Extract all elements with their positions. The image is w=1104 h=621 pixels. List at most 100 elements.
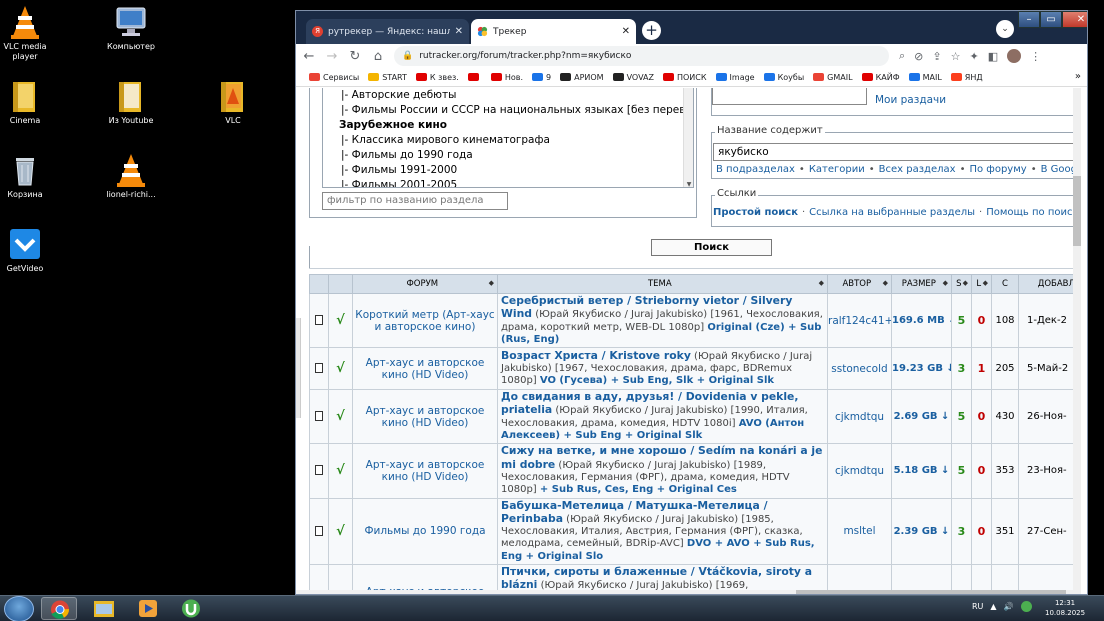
share-icon[interactable]: ⇪ bbox=[932, 50, 941, 63]
bookmark-3[interactable] bbox=[467, 73, 482, 81]
col-seeds-header[interactable]: S ◆ bbox=[951, 274, 972, 294]
taskbar-explorer[interactable] bbox=[86, 597, 122, 620]
eye-off-icon[interactable]: ⊘ bbox=[914, 50, 923, 63]
close-tab-icon[interactable]: ✕ bbox=[622, 26, 630, 37]
col-size-header[interactable]: РАЗМЕР ◆ bbox=[891, 274, 952, 294]
col-added-header[interactable]: ДОБАВЛЕ bbox=[1018, 274, 1081, 294]
forward-icon[interactable]: → bbox=[322, 49, 342, 64]
bookmark-4[interactable]: Нов. bbox=[490, 73, 523, 82]
desktop-icon-lionel[interactable]: lionel-richi... bbox=[96, 152, 166, 200]
scroll-down-icon[interactable]: ▼ bbox=[684, 181, 693, 187]
back-icon[interactable]: ← bbox=[299, 49, 319, 64]
author-link[interactable]: ralf124c41+ bbox=[827, 292, 892, 349]
category-group-header[interactable]: Зарубежное кино bbox=[323, 118, 693, 133]
extensions-icon[interactable]: ✦ bbox=[969, 50, 978, 63]
desktop-icon-vlc-folder[interactable]: VLC bbox=[198, 78, 268, 126]
scope-forum-link[interactable]: По форуму bbox=[969, 164, 1026, 175]
forum-link[interactable]: Арт-хаус и авторское кино (HD Video) bbox=[352, 347, 498, 391]
desktop-icon-vlc[interactable]: VLC media player bbox=[0, 4, 60, 62]
scrollbar-thumb[interactable] bbox=[1073, 176, 1081, 246]
author-link[interactable]: msltel bbox=[827, 497, 892, 566]
forum-link[interactable]: Арт-хаус и авторское кино (HD Video) bbox=[352, 443, 498, 499]
my-releases-link[interactable]: Мои раздачи bbox=[875, 94, 946, 106]
start-button[interactable] bbox=[4, 596, 34, 621]
topic-title-link[interactable]: Возраст Христа / Kristove roky bbox=[501, 349, 691, 362]
close-tab-icon[interactable]: ✕ bbox=[455, 26, 463, 37]
download-size-link[interactable]: 5.18 GB ↓ bbox=[891, 443, 952, 499]
bookmark-6[interactable]: АРИОМ bbox=[560, 73, 604, 82]
category-option[interactable]: Авторские дебюты bbox=[323, 88, 693, 103]
tab-yandex[interactable]: Я рутрекер — Яндекс: нашлось 2 ✕ bbox=[306, 19, 469, 44]
search-help-link[interactable]: Помощь по поиску bbox=[986, 207, 1081, 218]
scope-all-link[interactable]: Всех разделах bbox=[879, 164, 956, 175]
bookmark-5[interactable]: 9 bbox=[532, 73, 551, 82]
zoom-icon[interactable]: ⌕ bbox=[899, 49, 905, 63]
bookmark-13[interactable]: MAIL bbox=[908, 73, 942, 82]
col-completed-header[interactable]: C bbox=[991, 274, 1019, 294]
volume-icon[interactable]: 🔊 bbox=[1004, 602, 1014, 611]
category-option[interactable]: Фильмы 2001-2005 bbox=[323, 178, 693, 187]
bookmark-1[interactable]: START bbox=[368, 73, 407, 82]
forum-link[interactable]: Короткий метр (Арт-хаус и авторское кино… bbox=[352, 292, 498, 349]
bookmark-8[interactable]: ПОИСК bbox=[662, 73, 707, 82]
author-link[interactable]: cjkmdtqu bbox=[827, 389, 892, 445]
category-option[interactable]: Фильмы России и СССР на национальных язы… bbox=[323, 103, 693, 118]
taskbar-media[interactable] bbox=[130, 597, 166, 620]
selected-sections-link[interactable]: Ссылка на выбранные разделы bbox=[809, 207, 975, 218]
download-size-link[interactable]: 169.6 MB ↓ bbox=[891, 292, 952, 349]
tab-tracker[interactable]: Трекер ✕ bbox=[471, 19, 636, 44]
minimize-button[interactable]: – bbox=[1018, 11, 1040, 28]
avatar[interactable] bbox=[1007, 49, 1022, 63]
bookmark-2[interactable]: К звез. bbox=[415, 73, 459, 82]
title-search-input[interactable]: якубиско bbox=[713, 143, 1081, 161]
scope-categories-link[interactable]: Категории bbox=[809, 164, 865, 175]
bookmark-12[interactable]: КАЙФ bbox=[861, 73, 900, 82]
category-option[interactable]: Фильмы до 1990 года bbox=[323, 148, 693, 163]
download-size-link[interactable]: 2.69 GB ↓ bbox=[891, 389, 952, 445]
utorrent-tray-icon[interactable] bbox=[1020, 601, 1032, 612]
new-tab-button[interactable]: + bbox=[642, 21, 661, 40]
desktop-icon-getvideo[interactable]: GetVideo bbox=[0, 226, 60, 274]
reload-icon[interactable]: ↻ bbox=[345, 49, 365, 64]
more-bookmarks-icon[interactable]: » bbox=[1075, 71, 1081, 82]
author-link[interactable]: sstonecold bbox=[827, 347, 892, 391]
search-button[interactable]: Поиск bbox=[651, 239, 772, 256]
listbox-scrollbar[interactable]: ▼ bbox=[683, 88, 693, 187]
category-option[interactable]: Классика мирового кинематографа bbox=[323, 133, 693, 148]
desktop-icon-youtube[interactable]: Из Youtube bbox=[96, 78, 166, 126]
col-author-header[interactable]: АВТОР ◆ bbox=[827, 274, 892, 294]
category-option[interactable]: Фильмы 1991-2000 bbox=[323, 163, 693, 178]
tray-expand-icon[interactable]: ▲ bbox=[990, 602, 996, 611]
language-indicator[interactable]: RU bbox=[972, 602, 983, 611]
author-input[interactable] bbox=[712, 88, 867, 105]
desktop-icon-computer[interactable]: Компьютер bbox=[96, 4, 166, 52]
desktop-icon-recycle-bin[interactable]: Корзина bbox=[0, 152, 60, 200]
close-window-button[interactable]: ✕ bbox=[1062, 11, 1087, 28]
scope-subsections-link[interactable]: В подразделах bbox=[716, 164, 795, 175]
star-icon[interactable]: ☆ bbox=[951, 50, 961, 63]
clock[interactable]: 12:31 10.08.2025 bbox=[1045, 598, 1085, 618]
col-forum-header[interactable]: ФОРУМ ◆ bbox=[352, 274, 498, 294]
tab-search-button[interactable]: ⌄ bbox=[996, 20, 1014, 38]
download-size-link[interactable]: 19.23 GB ↓ bbox=[891, 347, 952, 391]
author-link[interactable]: cjkmdtqu bbox=[827, 443, 892, 499]
simple-search-link[interactable]: Простой поиск bbox=[713, 207, 798, 218]
col-topic-header[interactable]: ТЕМА ◆ bbox=[497, 274, 828, 294]
maximize-button[interactable]: ▭ bbox=[1040, 11, 1062, 28]
address-bar[interactable]: 🔒 rutracker.org/forum/tracker.php?nm=яку… bbox=[394, 46, 889, 66]
taskbar-utorrent[interactable] bbox=[173, 597, 209, 620]
col-leech-header[interactable]: L ◆ bbox=[971, 274, 992, 294]
bookmark-14[interactable]: ЯНД bbox=[950, 73, 983, 82]
forum-link[interactable]: Арт-хаус и авторское кино (HD Video) bbox=[352, 389, 498, 445]
bookmark-0[interactable]: Сервисы bbox=[309, 73, 359, 82]
bookmark-7[interactable]: VOVAZ bbox=[612, 73, 654, 82]
menu-icon[interactable]: ⋮ bbox=[1030, 50, 1041, 63]
sidepanel-icon[interactable]: ◧ bbox=[988, 50, 998, 63]
forum-link[interactable]: Фильмы до 1990 года bbox=[352, 497, 498, 566]
download-size-link[interactable]: 2.39 GB ↓ bbox=[891, 497, 952, 566]
section-filter-input[interactable]: фильтр по названию раздела bbox=[322, 192, 508, 210]
bookmark-11[interactable]: GMAIL bbox=[813, 73, 853, 82]
home-icon[interactable]: ⌂ bbox=[368, 49, 388, 64]
category-listbox[interactable]: Авторские дебютыФильмы России и СССР на … bbox=[322, 88, 694, 188]
taskbar-chrome[interactable] bbox=[41, 597, 77, 620]
